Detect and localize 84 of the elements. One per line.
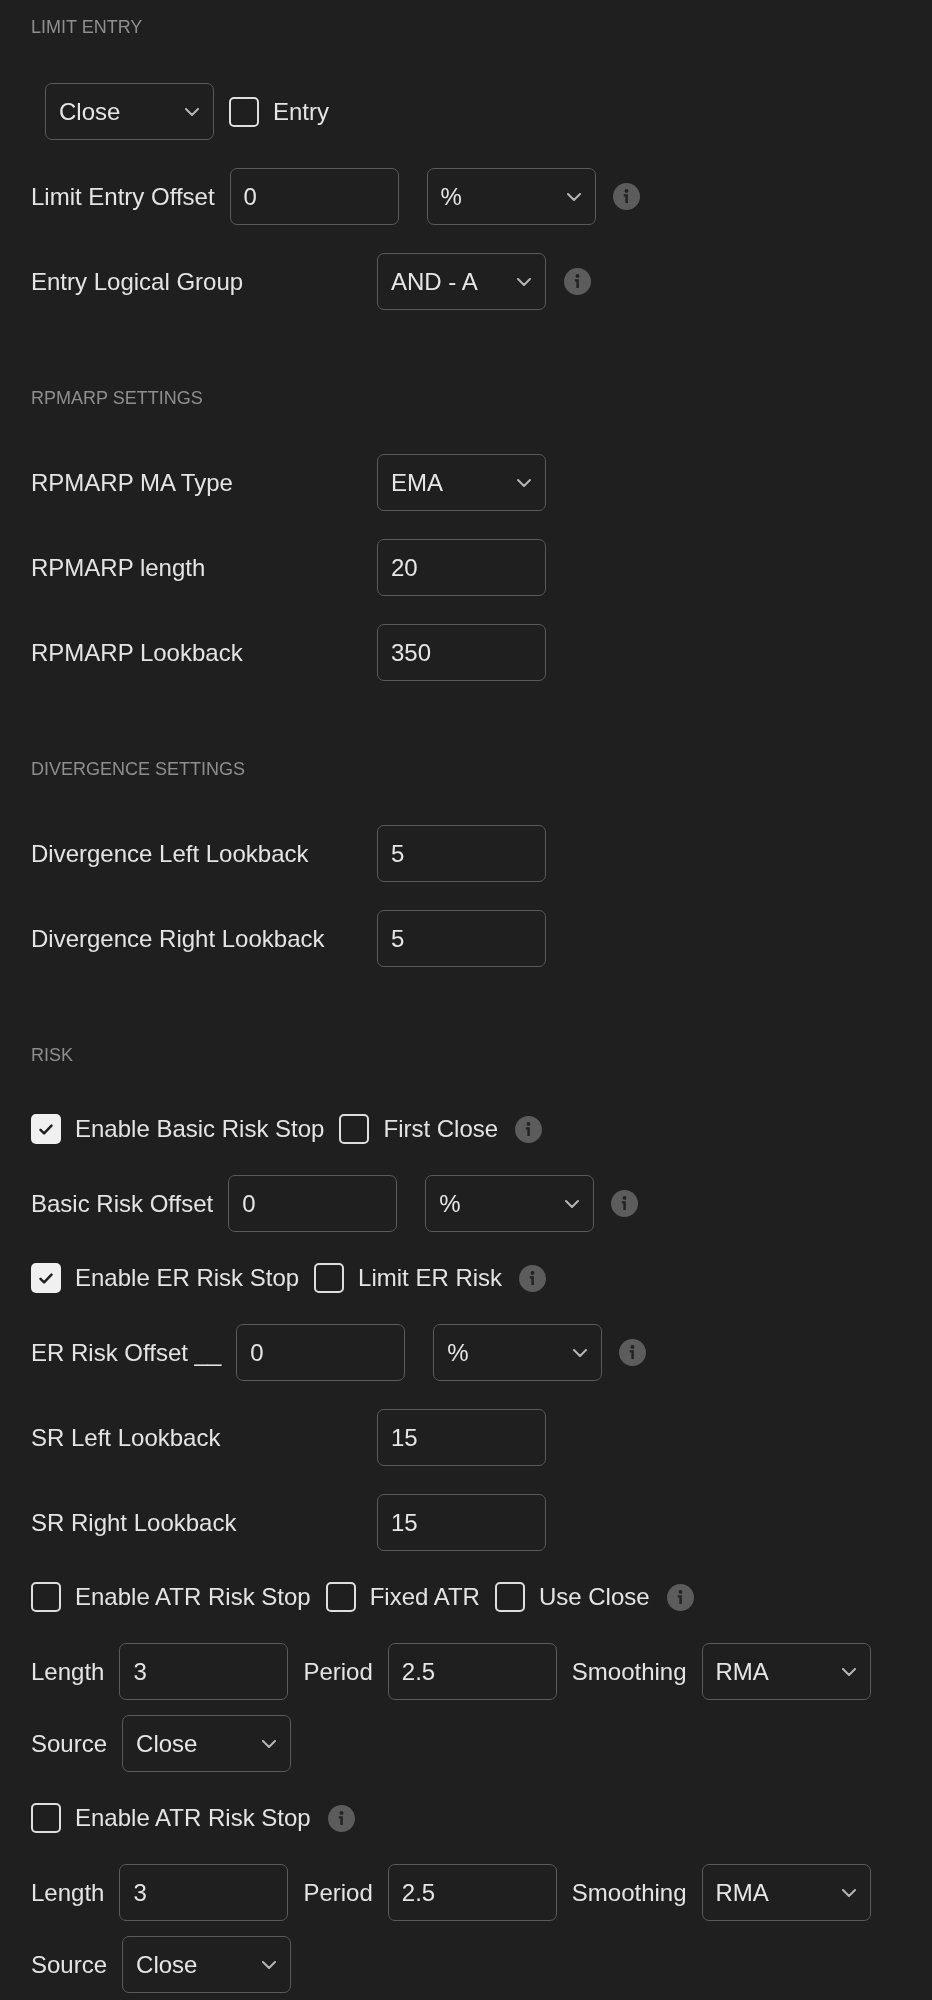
section-heading: LIMIT ENTRY [31, 17, 143, 37]
input-field[interactable]: 2.5 [387, 1864, 557, 1921]
field-label: SR Left Lookback [31, 1422, 222, 1453]
info-icon[interactable] [611, 1190, 639, 1217]
field-label: Period [303, 1656, 373, 1687]
field-label: Entry Logical Group [31, 266, 245, 297]
checkmark-icon [39, 1123, 53, 1135]
field-label: Source [31, 1949, 108, 1980]
info-icon[interactable] [519, 1264, 547, 1292]
input-field[interactable]: 5 [377, 910, 546, 967]
dropdown[interactable]: Close [122, 1936, 292, 1993]
input-field[interactable]: 0 [236, 1324, 406, 1381]
field-label: Smoothing [571, 1877, 687, 1908]
input-field[interactable]: 2.5 [387, 1643, 557, 1700]
section-heading: DIVERGENCE SETTINGS [31, 759, 246, 779]
checkmark-icon [39, 1272, 53, 1284]
chevron-down-icon [565, 1199, 580, 1208]
checkbox[interactable] [339, 1114, 370, 1144]
section-heading: RISK [31, 1045, 73, 1065]
checkbox-label[interactable]: Enable ATR Risk Stop [75, 1800, 311, 1836]
info-icon[interactable] [327, 1804, 355, 1832]
input-field[interactable]: 350 [377, 624, 546, 681]
input-field[interactable]: 3 [119, 1864, 289, 1921]
chevron-down-icon [517, 478, 531, 487]
checkbox[interactable] [314, 1263, 345, 1293]
info-icon[interactable] [564, 268, 591, 295]
chevron-down-icon [841, 1667, 856, 1676]
field-label: RPMARP MA Type [31, 467, 234, 498]
checkbox-label[interactable]: Enable ER Risk Stop [75, 1260, 300, 1296]
info-icon[interactable] [666, 1583, 694, 1611]
chevron-down-icon [566, 192, 581, 201]
input-field[interactable]: 0 [229, 168, 399, 225]
chevron-down-icon [517, 277, 531, 286]
checkbox[interactable] [325, 1582, 356, 1612]
input-field[interactable]: 0 [228, 1175, 398, 1232]
chevron-down-icon [262, 1960, 277, 1969]
field-label: RPMARP Lookback [31, 637, 244, 668]
chevron-down-icon [262, 1739, 277, 1748]
dropdown[interactable]: RMA [701, 1864, 871, 1921]
checkbox-label[interactable]: Limit ER Risk [358, 1260, 503, 1296]
dropdown[interactable]: Close [45, 83, 214, 140]
checkbox[interactable] [31, 1263, 61, 1293]
dropdown[interactable]: EMA [377, 454, 546, 511]
checkbox[interactable] [31, 1114, 61, 1144]
field-label: Period [303, 1877, 373, 1908]
checkbox[interactable] [31, 1582, 61, 1612]
info-icon[interactable] [612, 183, 640, 210]
checkbox-label[interactable]: Enable ATR Risk Stop [75, 1579, 311, 1615]
field-label: Divergence Left Lookback [31, 838, 310, 869]
field-label: Length [31, 1656, 105, 1687]
input-field[interactable]: 20 [377, 539, 546, 596]
dropdown[interactable]: Close [122, 1715, 292, 1772]
chevron-down-icon [185, 107, 199, 116]
checkbox-label[interactable]: Enable Basic Risk Stop [75, 1111, 325, 1147]
checkbox-label[interactable]: Entry [273, 93, 329, 130]
input-field[interactable]: 5 [377, 825, 546, 882]
field-label: Basic Risk Offset [31, 1188, 214, 1219]
dropdown[interactable]: % [425, 1175, 595, 1232]
field-label: Divergence Right Lookback [31, 923, 326, 954]
section-heading: RPMARP SETTINGS [31, 388, 203, 408]
dropdown[interactable]: AND - A [377, 253, 546, 310]
checkbox[interactable] [31, 1803, 61, 1833]
field-label: Limit Entry Offset [31, 181, 215, 212]
input-field[interactable]: 3 [119, 1643, 289, 1700]
field-label: Source [31, 1728, 108, 1759]
field-label: ER Risk Offset __ [31, 1337, 222, 1368]
info-icon[interactable] [515, 1115, 543, 1143]
field-label: RPMARP length [31, 552, 207, 583]
chevron-down-icon [573, 1348, 588, 1357]
checkbox-label[interactable]: Fixed ATR [369, 1579, 480, 1615]
dropdown[interactable]: RMA [701, 1643, 871, 1700]
info-icon[interactable] [619, 1339, 647, 1366]
checkbox-label[interactable]: Use Close [538, 1579, 650, 1615]
checkbox[interactable] [229, 96, 259, 127]
field-label: Smoothing [571, 1656, 687, 1687]
input-field[interactable]: 15 [377, 1494, 546, 1551]
input-field[interactable]: 15 [377, 1409, 546, 1466]
dropdown[interactable]: % [433, 1324, 603, 1381]
chevron-down-icon [841, 1888, 856, 1897]
field-label: Length [31, 1877, 105, 1908]
checkbox-label[interactable]: First Close [383, 1111, 499, 1147]
field-label: SR Right Lookback [31, 1507, 238, 1538]
checkbox[interactable] [494, 1582, 525, 1612]
dropdown[interactable]: % [426, 168, 596, 225]
